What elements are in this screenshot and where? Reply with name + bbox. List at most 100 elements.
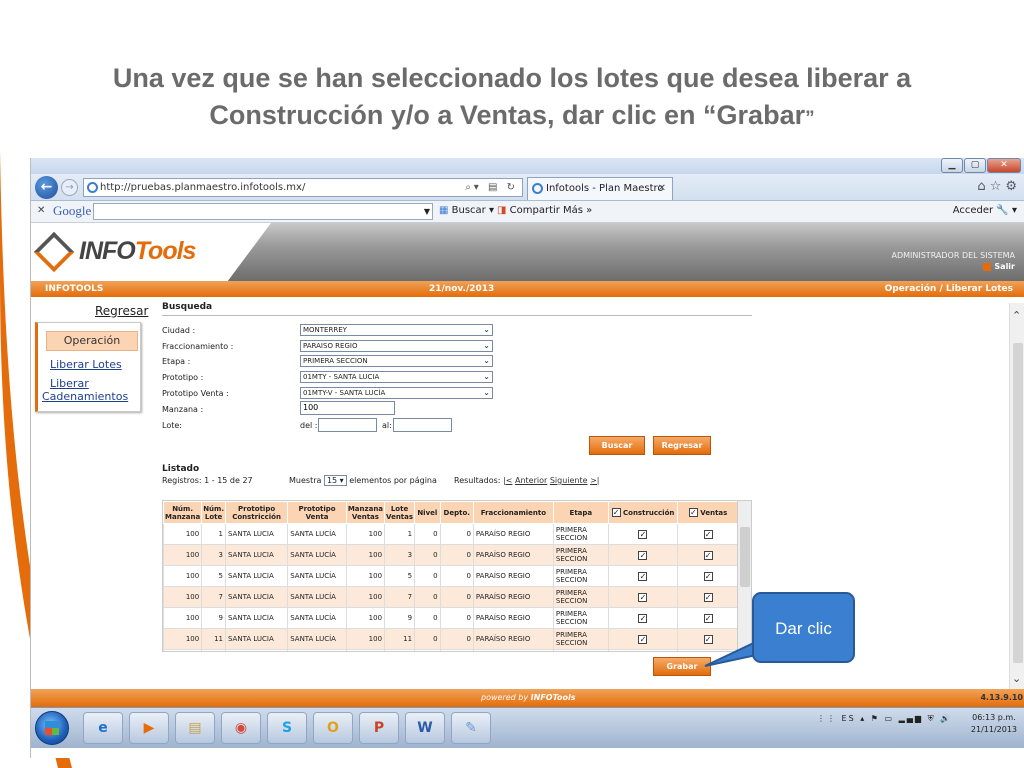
cell-prototipo-construccion	[224, 649, 289, 651]
buscar-button[interactable]: Buscar	[589, 436, 645, 455]
tray-expand-icon[interactable]: ▴	[860, 714, 866, 723]
page-size-control: Muestra 15 ▾ elementos por página	[289, 475, 437, 486]
construccion-checkbox[interactable]: ✓	[638, 529, 648, 539]
browser-tab[interactable]: Infotools - Plan Maestro ✕	[527, 177, 673, 200]
elementos-label: elementos por página	[349, 476, 437, 485]
menu-header-operacion[interactable]: Operación	[46, 331, 138, 351]
cell-lote-ventas: 7	[384, 586, 416, 608]
regresar-button[interactable]: Regresar	[653, 436, 711, 455]
google-search-icon: ▦	[439, 205, 449, 216]
etapa-select[interactable]: PRIMERA SECCION ⌄	[300, 355, 493, 367]
taskbar-clock[interactable]: 06:13 p.m. 21/11/2013	[971, 712, 1017, 736]
menu-item-cadenamientos[interactable]: Cadenamientos	[42, 391, 128, 403]
toolbar-mas[interactable]: Más »	[563, 201, 592, 221]
menu-item-liberar-lotes[interactable]: Liberar Lotes	[50, 359, 122, 371]
prev-page-link[interactable]: Anterior	[515, 476, 547, 485]
construccion-checkbox[interactable]: ✓	[638, 571, 648, 581]
taskbar-paint-icon[interactable]: ✎	[451, 712, 491, 744]
side-menu: Operación Liberar Lotes Liberar Cadenami…	[35, 322, 141, 412]
prototipo-value: 01MTY - SANTA LUCIA	[303, 373, 380, 381]
prototipo-select[interactable]: 01MTY - SANTA LUCIA ⌄	[300, 371, 493, 383]
taskbar-powerpoint-icon[interactable]: P	[359, 712, 399, 744]
star-icon[interactable]: ☆	[990, 179, 1006, 194]
ventas-checkbox[interactable]: ✓	[703, 613, 713, 623]
network-icon[interactable]: ▂▄▆	[899, 714, 923, 723]
address-bar[interactable]: http://pruebas.planmaestro.infotools.mx/…	[83, 178, 523, 197]
fraccionamiento-select[interactable]: PARAISO REGIO ⌄	[300, 340, 493, 352]
section-divider	[162, 315, 752, 316]
prototipo-venta-label: Prototipo Venta :	[162, 389, 229, 398]
construccion-checkbox[interactable]: ✓	[638, 550, 648, 560]
browser-navbar: ← → http://pruebas.planmaestro.infotools…	[31, 174, 1024, 201]
cell-manzana-ventas	[345, 649, 386, 651]
construccion-checkbox[interactable]: ✓	[638, 613, 648, 623]
cell-construccion: ✓	[607, 565, 679, 587]
prototipo-venta-select[interactable]: 01MTY-V - SANTA LUCÍA ⌄	[300, 387, 493, 399]
taskbar-media-player-icon[interactable]: ▶	[129, 712, 169, 744]
google-toolbar: ✕ Google ▼ ▦ Buscar ▾ ◨ Compartir Más » …	[31, 201, 1024, 223]
first-page-link[interactable]: |<	[503, 476, 512, 485]
select-all-construccion-checkbox[interactable]: ✓	[611, 508, 621, 517]
forward-arrow-icon[interactable]: →	[61, 179, 78, 196]
select-all-ventas-checkbox[interactable]: ✓	[688, 508, 698, 517]
ventas-checkbox[interactable]: ✓	[703, 634, 713, 644]
chevron-down-icon[interactable]: ▼	[424, 202, 430, 222]
ventas-checkbox[interactable]: ✓	[703, 592, 713, 602]
logout-link[interactable]: Salir	[891, 261, 1015, 272]
lote-del-input[interactable]	[318, 418, 377, 432]
taskbar-chrome-icon[interactable]: ◉	[221, 712, 261, 744]
page-scrollbar[interactable]: ⌃ ⌄	[1009, 303, 1024, 689]
table-scrollbar-thumb[interactable]	[740, 527, 750, 587]
home-icon[interactable]: ⌂	[977, 179, 989, 194]
taskbar-ie-icon[interactable]: e	[83, 712, 123, 744]
slide-title-line2-text: Construcción y/o a Ventas, dar clic en “…	[209, 100, 806, 130]
maximize-icon[interactable]: ▢	[964, 158, 986, 173]
toolbar-acceder[interactable]: Acceder 🔧 ▾	[953, 201, 1017, 221]
taskbar-skype-icon[interactable]: S	[267, 712, 307, 744]
toolbar-compartir[interactable]: ◨ Compartir	[497, 201, 560, 221]
gear-icon[interactable]: ⚙	[1005, 179, 1021, 194]
toolbar-buscar-label: Buscar	[451, 205, 486, 216]
grabar-button[interactable]: Grabar	[653, 657, 711, 676]
ventas-checkbox[interactable]: ✓	[703, 529, 713, 539]
scroll-up-icon[interactable]: ⌃	[1012, 309, 1021, 322]
menu-item-liberar[interactable]: Liberar	[50, 378, 89, 390]
shield-icon[interactable]: ⛨	[928, 714, 936, 723]
close-icon[interactable]: ✕	[987, 158, 1021, 173]
manzana-input[interactable]: 100	[300, 401, 395, 415]
last-page-link[interactable]: >|	[590, 476, 599, 485]
google-search-input[interactable]: ▼	[93, 203, 433, 220]
table-scrollbar[interactable]	[737, 501, 751, 651]
toolbar-buscar[interactable]: ▦ Buscar ▾	[439, 201, 494, 221]
back-arrow-icon[interactable]: ←	[35, 176, 58, 199]
regresar-link[interactable]: Regresar	[95, 304, 148, 318]
col-ventas[interactable]: ✓ Ventas	[677, 501, 739, 524]
cell-nivel: 0	[414, 586, 441, 608]
minimize-icon[interactable]: ▁	[941, 158, 963, 173]
page-scrollbar-thumb[interactable]	[1013, 343, 1023, 663]
ventas-checkbox[interactable]: ✓	[703, 571, 713, 581]
construccion-checkbox[interactable]: ✓	[638, 592, 648, 602]
taskbar-word-icon[interactable]: W	[405, 712, 445, 744]
status-app-name: INFOTOOLS	[45, 284, 104, 294]
battery-icon[interactable]: ▭	[885, 714, 895, 723]
scroll-down-icon[interactable]: ⌄	[1012, 672, 1021, 685]
table-row: 100 3 SANTA LUCIA SANTA LUCÍA 100 3 0 0 PARAÍSO …	[163, 544, 739, 566]
toolbar-close-icon[interactable]: ✕	[37, 201, 45, 221]
next-page-link[interactable]: Siguiente	[550, 476, 588, 485]
start-button-icon[interactable]	[35, 711, 69, 745]
cell-num-manzana: 100	[163, 628, 203, 650]
taskbar-file-explorer-icon[interactable]: ▤	[175, 712, 215, 744]
ventas-checkbox[interactable]: ✓	[703, 550, 713, 560]
language-indicator[interactable]: ES	[842, 714, 856, 723]
page-size-select[interactable]: 15 ▾	[323, 475, 347, 486]
col-construccion[interactable]: ✓ Construcción	[607, 501, 679, 524]
construccion-checkbox[interactable]: ✓	[638, 634, 648, 644]
ciudad-select[interactable]: MONTERREY ⌄	[300, 324, 493, 336]
address-tools-icons[interactable]: ⌕▾ ▤ ↻	[465, 179, 518, 196]
flag-icon[interactable]: ⚑	[871, 714, 880, 723]
lote-al-input[interactable]	[393, 418, 452, 432]
tab-close-icon[interactable]: ✕	[658, 178, 666, 199]
taskbar-outlook-icon[interactable]: O	[313, 712, 353, 744]
volume-icon[interactable]: 🔊	[940, 714, 952, 723]
